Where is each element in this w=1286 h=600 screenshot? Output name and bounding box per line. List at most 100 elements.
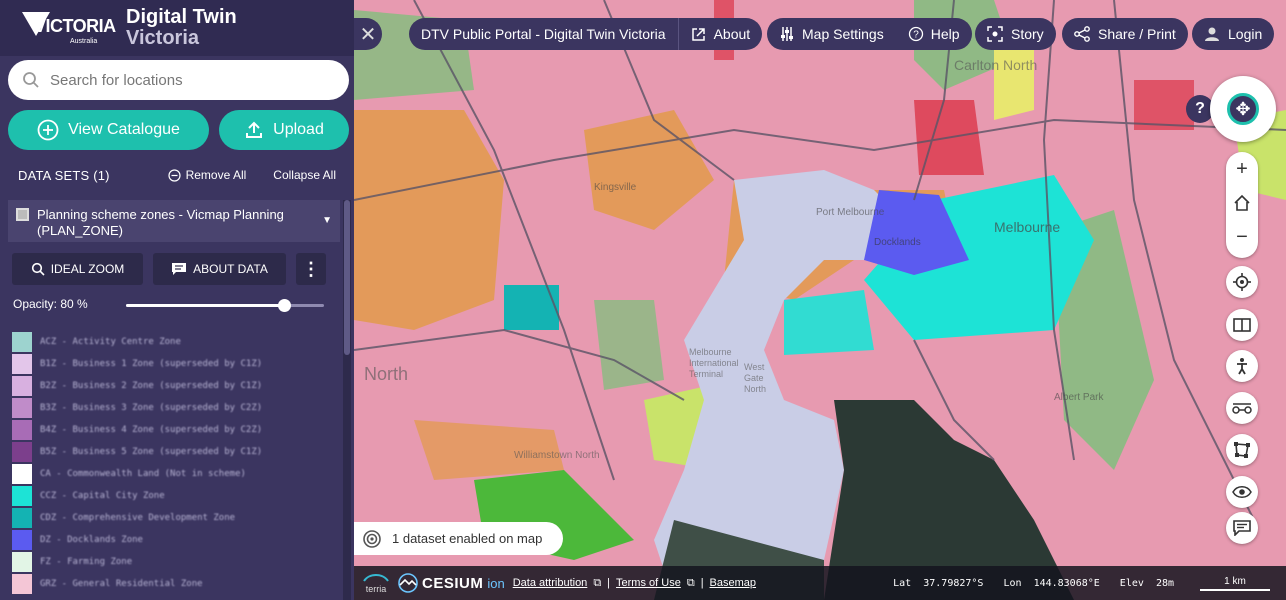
map-view[interactable]: Carlton North Melbourne Docklands Port M… [354, 0, 1286, 600]
map-label-williamstown: Williamstown North [514, 450, 600, 461]
terms-of-use-link[interactable]: Terms of Use [616, 577, 681, 590]
map-footer: terria CESIUM ion Data attribution ⧉ | T… [354, 566, 1286, 600]
legend-swatch [12, 332, 32, 352]
zoom-controls: + − [1226, 152, 1258, 258]
scrollbar-thumb[interactable] [344, 200, 350, 355]
minus-circle-icon [167, 168, 181, 182]
search-icon [23, 72, 39, 88]
map-settings-button[interactable]: Map Settings [767, 18, 896, 50]
terria-logo[interactable]: terria [360, 572, 392, 594]
feedback-icon[interactable] [1226, 512, 1258, 544]
zone-park [594, 300, 664, 390]
elev-value: 28m [1155, 577, 1174, 589]
lat-label: Lat [893, 577, 912, 589]
question-circle-icon: ? [908, 26, 923, 42]
logo-wordmark: VICTORIA [34, 16, 116, 36]
terria-arc-icon [363, 574, 389, 582]
lat-value: 37.79827°S [923, 577, 984, 589]
dataset-actions: IDEAL ZOOM ABOUT DATA ⋮ [12, 253, 326, 285]
remove-all-button[interactable]: Remove All [167, 168, 247, 182]
legend-label: CCZ - Capital City Zone [40, 491, 165, 501]
draw-polygon-icon[interactable] [1226, 434, 1258, 466]
legend-swatch [12, 508, 32, 528]
portal-title-group: DTV Public Portal - Digital Twin Victori… [409, 18, 763, 50]
legend-swatch [12, 420, 32, 440]
legend-item: DZ - Docklands Zone [12, 529, 332, 551]
legend-item: B3Z - Business 3 Zone (superseded by C2Z… [12, 397, 332, 419]
about-button[interactable]: About [679, 18, 763, 50]
legend-swatch [12, 486, 32, 506]
cesium-label: CESIUM [422, 574, 484, 592]
map-settings-label: Map Settings [802, 26, 884, 42]
legend-item: CDZ - Comprehensive Development Zone [12, 507, 332, 529]
share-label: Share / Print [1098, 26, 1176, 42]
victoria-logo[interactable]: VICTORIA Australia [22, 6, 116, 50]
map-label-carlton: Carlton North [954, 57, 1037, 73]
legend-label: ACZ - Activity Centre Zone [40, 337, 181, 347]
logo-subtext: Australia [70, 38, 98, 45]
app-title: Digital Twin Victoria [126, 7, 237, 49]
cesium-logo[interactable]: CESIUM ion [398, 573, 505, 593]
home-icon[interactable] [1226, 186, 1258, 220]
map-label-docklands: Docklands [874, 237, 921, 248]
legend-label: B3Z - Business 3 Zone (superseded by C2Z… [40, 403, 263, 413]
help-button[interactable]: ? Help [896, 18, 972, 50]
map-label-port-melbourne: Port Melbourne [816, 207, 885, 218]
zoning-map[interactable]: Carlton North Melbourne Docklands Port M… [354, 0, 1286, 600]
legend-label: B5Z - Business 5 Zone (superseded by C1Z… [40, 447, 263, 457]
data-attribution-link[interactable]: Data attribution [513, 577, 588, 590]
move-icon[interactable]: ✥ [1227, 93, 1259, 125]
view-catalogue-button[interactable]: View Catalogue [8, 110, 209, 150]
app-root: VICTORIA Australia Digital Twin Victoria… [0, 0, 1286, 600]
opacity-slider-fill [126, 304, 285, 307]
search-input[interactable] [50, 71, 320, 89]
lon-label: Lon [1003, 577, 1022, 589]
dataset-status-pill[interactable]: 1 dataset enabled on map [354, 522, 563, 555]
locate-me-icon[interactable] [1226, 266, 1258, 298]
zoom-in-icon[interactable]: + [1226, 152, 1258, 186]
compass-control[interactable]: ✥ [1210, 76, 1276, 142]
split-screen-icon[interactable] [1226, 309, 1258, 341]
legend-item: FZ - Farming Zone [12, 551, 332, 573]
legend-swatch [12, 354, 32, 374]
legend-item: ACZ - Activity Centre Zone [12, 331, 332, 353]
comment-icon [172, 263, 187, 275]
coordinate-readout: Lat 37.79827°S Lon 144.83068°E Elev 28m [893, 578, 1174, 589]
pedestrian-mode-icon[interactable] [1226, 350, 1258, 382]
map-label-north: North [364, 364, 408, 384]
story-button[interactable]: Story [975, 18, 1056, 50]
dataset-status-text: 1 dataset enabled on map [392, 531, 543, 546]
location-search [8, 60, 349, 100]
remove-all-label: Remove All [185, 168, 247, 182]
upload-button[interactable]: Upload [219, 110, 349, 150]
more-options-button[interactable]: ⋮ [296, 253, 326, 285]
lon-readout: Lon 144.83068°E [1003, 578, 1099, 589]
legend-item: B4Z - Business 4 Zone (superseded by C2Z… [12, 419, 332, 441]
legend-label: CDZ - Comprehensive Development Zone [40, 513, 236, 523]
eye-icon[interactable] [1226, 476, 1258, 508]
map-label-west-gate3: North [744, 384, 766, 394]
basemap-link[interactable]: Basemap [710, 577, 756, 590]
zone-cdz [504, 285, 559, 330]
zoom-out-icon[interactable]: − [1226, 220, 1258, 254]
dataset-visibility-checkbox[interactable] [16, 208, 29, 221]
measure-tool-icon[interactable] [1226, 392, 1258, 424]
share-icon [1074, 26, 1090, 42]
scale-bar: 1 km [1200, 576, 1270, 591]
close-icon: ✕ [359, 23, 377, 46]
about-data-button[interactable]: ABOUT DATA [153, 253, 286, 285]
elev-readout: Elev 28m [1120, 578, 1174, 589]
ideal-zoom-button[interactable]: IDEAL ZOOM [12, 253, 143, 285]
dataset-title-row[interactable]: Planning scheme zones - Vicmap Planning … [8, 200, 340, 242]
chevron-down-icon[interactable]: ▼ [322, 213, 332, 229]
story-label: Story [1011, 26, 1044, 42]
about-data-label: ABOUT DATA [193, 262, 268, 276]
login-button[interactable]: Login [1192, 18, 1275, 50]
sidebar-scrollbar[interactable] [343, 200, 351, 600]
opacity-slider-handle[interactable] [278, 299, 292, 312]
collapse-all-button[interactable]: Collapse All [273, 168, 336, 182]
help-label: Help [930, 26, 960, 42]
datasets-title: DATA SETS (1) [18, 167, 110, 183]
share-print-button[interactable]: Share / Print [1062, 18, 1188, 50]
opacity-slider[interactable] [126, 299, 324, 312]
